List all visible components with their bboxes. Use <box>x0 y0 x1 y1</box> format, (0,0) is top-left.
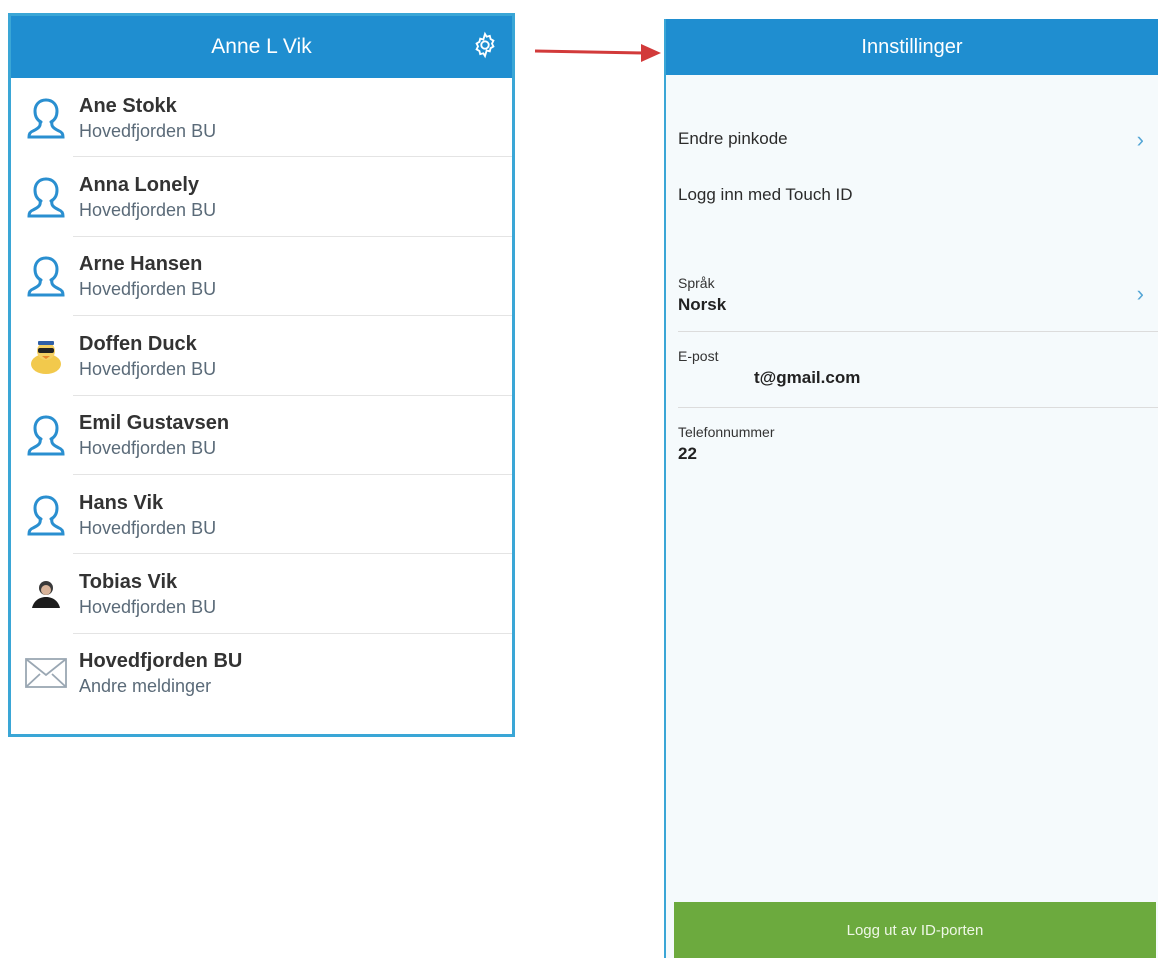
settings-title: Innstillinger <box>861 35 963 58</box>
touch-id-label: Logg inn med Touch ID <box>678 185 853 204</box>
phone-value: 22 <box>678 444 697 463</box>
contact-name: Hans Vik <box>79 491 164 514</box>
contact-name: Emil Gustavsen <box>79 412 230 435</box>
contact-row[interactable]: Emil Gustavsen Hovedfjorden BU <box>11 396 512 476</box>
contacts-panel: Anne L Vik Ane Stokk Hovedfjorden BU Ann… <box>8 13 515 737</box>
arrow-icon <box>534 44 661 62</box>
email-row: E-post t@gmail.com <box>678 348 1158 398</box>
settings-panel: Innstillinger Endre pinkode › Logg inn m… <box>664 19 1158 958</box>
contact-group: Andre meldinger <box>79 676 212 697</box>
contact-name: Anna Lonely <box>79 174 200 197</box>
contact-group: Hovedfjorden BU <box>79 358 217 379</box>
language-value: Norsk <box>678 295 727 314</box>
email-value: t@gmail.com <box>754 368 861 387</box>
user-title: Anne L Vik <box>211 35 312 58</box>
person-outline-icon <box>17 168 75 226</box>
language-label: Språk <box>678 275 715 291</box>
contact-group: Hovedfjorden BU <box>79 597 217 618</box>
gear-icon[interactable] <box>470 30 500 60</box>
duck-photo <box>17 327 75 385</box>
envelope-icon <box>17 644 75 702</box>
contacts-header: Anne L Vik <box>11 16 512 78</box>
contact-row[interactable]: Hans Vik Hovedfjorden BU <box>11 475 512 555</box>
contact-name: Ane Stokk <box>79 94 177 117</box>
settings-header: Innstillinger <box>666 19 1158 75</box>
chevron-right-icon: › <box>1136 127 1144 152</box>
contact-row[interactable]: Tobias Vik Hovedfjorden BU <box>11 554 512 635</box>
person-outline-icon <box>17 406 75 464</box>
person-outline-icon <box>17 486 75 544</box>
contact-group: Hovedfjorden BU <box>79 517 217 538</box>
phone-row: Telefonnummer 22 <box>678 424 1158 474</box>
contact-row[interactable]: Ane Stokk Hovedfjorden BU <box>11 78 512 158</box>
contact-group: Hovedfjorden BU <box>79 279 217 300</box>
contact-row[interactable]: Anna Lonely Hovedfjorden BU <box>11 157 512 238</box>
change-pin-row[interactable]: Endre pinkode › <box>678 127 1158 161</box>
contact-group: Hovedfjorden BU <box>79 120 217 141</box>
touch-id-row[interactable]: Logg inn med Touch ID <box>678 185 1158 217</box>
person-photo <box>17 565 75 623</box>
contact-name: Tobias Vik <box>79 571 178 594</box>
contact-name: Arne Hansen <box>79 253 203 276</box>
contact-name: Doffen Duck <box>79 332 197 355</box>
contact-name: Hovedfjorden BU <box>79 650 243 673</box>
contact-row[interactable]: Arne Hansen Hovedfjorden BU <box>11 237 512 317</box>
change-pin-label: Endre pinkode <box>678 129 788 148</box>
language-row[interactable]: Språk Norsk › <box>678 275 1158 325</box>
contact-list: Ane Stokk Hovedfjorden BU Anna Lonely Ho… <box>11 78 512 713</box>
person-outline-icon <box>17 247 75 305</box>
contact-row[interactable]: Doffen Duck Hovedfjorden BU <box>11 316 512 396</box>
chevron-right-icon: › <box>1136 281 1144 306</box>
contact-group: Hovedfjorden BU <box>79 200 217 221</box>
divider <box>678 407 1158 408</box>
divider <box>678 331 1158 332</box>
phone-label: Telefonnummer <box>678 424 775 440</box>
person-outline-icon <box>17 89 75 147</box>
email-label: E-post <box>678 348 719 364</box>
logout-button[interactable]: Logg ut av ID-porten <box>674 902 1156 958</box>
contact-group: Hovedfjorden BU <box>79 438 217 459</box>
contact-row[interactable]: Hovedfjorden BU Andre meldinger <box>11 634 512 713</box>
